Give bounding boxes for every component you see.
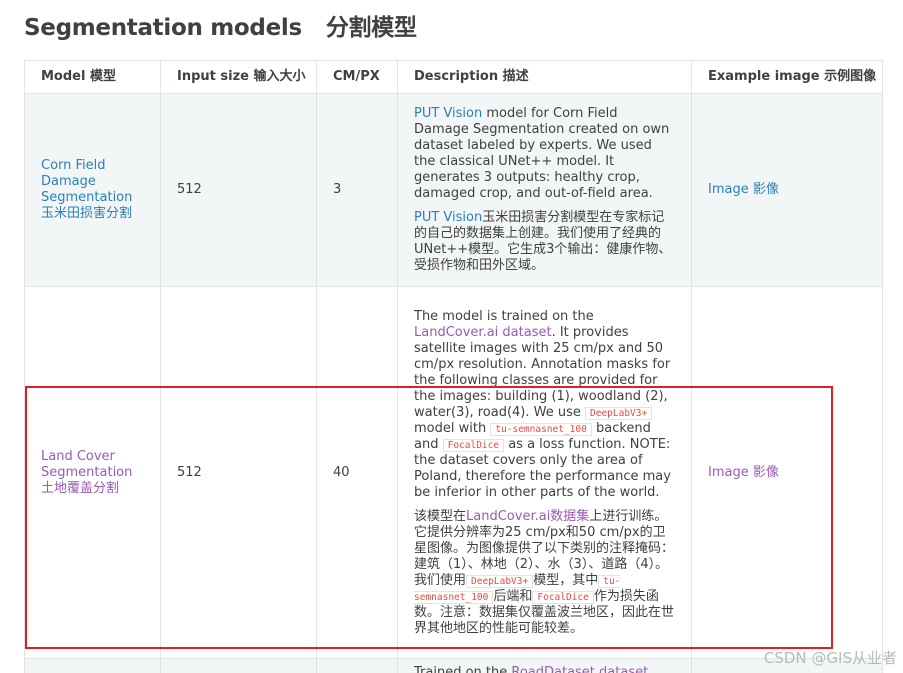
- model-name-link[interactable]: Corn Field Damage Segmentation 玉米田损害分割: [41, 158, 132, 221]
- code-deeplabv3: DeepLabV3+: [585, 406, 653, 420]
- model-name-cell: [24, 658, 161, 673]
- table-row: Trained on the RoadDataset dataset: [24, 658, 883, 673]
- code-focaldice: FocalDice: [442, 438, 505, 452]
- description-en: The model is trained on the LandCover.ai…: [414, 309, 675, 501]
- example-image-link[interactable]: Image 影像: [708, 182, 779, 197]
- input-size-cell: 512: [160, 93, 317, 287]
- model-name-cell: Corn Field Damage Segmentation 玉米田损害分割: [24, 93, 161, 287]
- header-description: Description 描述: [397, 60, 692, 94]
- put-vision-link[interactable]: PUT Vision: [414, 106, 482, 121]
- cm-px-cell: 40: [316, 286, 398, 659]
- code-semnasnet: tu-semnasnet_100: [490, 422, 592, 436]
- landcover-dataset-link-zh[interactable]: LandCover.ai数据集: [466, 509, 589, 524]
- description-zh: 该模型在LandCover.ai数据集上进行训练。它提供分辨率为25 cm/px…: [414, 509, 675, 637]
- description-text: Trained on the: [414, 665, 512, 673]
- cm-px-cell: 3: [316, 93, 398, 287]
- model-name-link[interactable]: Land Cover Segmentation 土地覆盖分割: [41, 449, 132, 496]
- page-title: Segmentation models 分割模型: [24, 8, 417, 42]
- table-row: Land Cover Segmentation 土地覆盖分割 512 40 Th…: [24, 286, 883, 659]
- table-header-row: Model 模型 Input size 输入大小 CM/PX Descripti…: [24, 60, 883, 94]
- roaddataset-link[interactable]: RoadDataset dataset: [511, 665, 648, 673]
- description-text-zh: 模型，其中: [533, 572, 599, 588]
- description-text: model with: [414, 420, 491, 436]
- page-title-zh: 分割模型: [325, 15, 417, 41]
- description-text-zh: 该模型在: [414, 508, 467, 524]
- header-example-image: Example image 示例图像: [691, 60, 883, 94]
- cm-px-cell: [316, 658, 398, 673]
- description-en: PUT Vision model for Corn Field Damage S…: [414, 106, 675, 202]
- landcover-dataset-link[interactable]: LandCover.ai dataset: [414, 325, 552, 340]
- example-cell: Image 影像: [691, 93, 883, 287]
- header-input-size: Input size 输入大小: [160, 60, 317, 94]
- example-cell: Image 影像: [691, 286, 883, 659]
- input-size-cell: [160, 658, 317, 673]
- description-zh: PUT Vision玉米田损害分割模型在专家标记的自己的数据集上创建。我们使用了…: [414, 210, 675, 274]
- description-cell: PUT Vision model for Corn Field Damage S…: [397, 93, 692, 287]
- code-focaldice: FocalDice: [532, 590, 594, 604]
- input-size-cell: 512: [160, 286, 317, 659]
- description-text-zh: 后端和: [493, 588, 533, 604]
- table-row: Corn Field Damage Segmentation 玉米田损害分割 5…: [24, 93, 883, 287]
- code-deeplabv3: DeepLabV3+: [466, 574, 534, 588]
- example-image-link[interactable]: Image 影像: [708, 465, 779, 480]
- page-title-en: Segmentation models: [24, 15, 302, 41]
- csdn-watermark: CSDN @GIS从业者: [763, 649, 897, 667]
- description-cell: Trained on the RoadDataset dataset: [397, 658, 692, 673]
- description-text: The model is trained on the: [414, 308, 594, 324]
- description-cell: The model is trained on the LandCover.ai…: [397, 286, 692, 659]
- header-cm-px: CM/PX: [316, 60, 398, 94]
- header-model: Model 模型: [24, 60, 161, 94]
- models-table: Model 模型 Input size 输入大小 CM/PX Descripti…: [24, 60, 883, 673]
- model-name-cell: Land Cover Segmentation 土地覆盖分割: [24, 286, 161, 659]
- put-vision-link-zh[interactable]: PUT Vision: [414, 210, 482, 225]
